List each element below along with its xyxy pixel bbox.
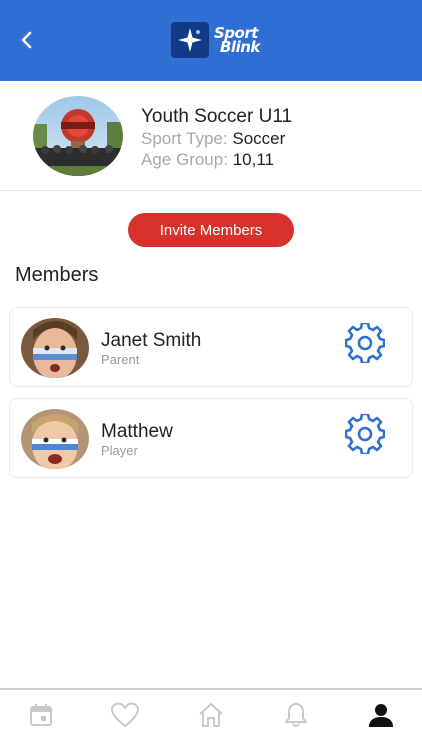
sportblink-logo: Sport Blink	[171, 22, 260, 58]
bottom-tab-bar	[0, 688, 422, 750]
gear-icon[interactable]	[345, 414, 385, 454]
avatar	[21, 409, 89, 469]
members-heading: Members	[15, 264, 99, 286]
invite-members-button[interactable]: Invite Members	[128, 213, 294, 247]
logo-text-line2: Blink	[220, 38, 260, 56]
age-group-row: Age Group: 10,11	[141, 150, 292, 170]
member-role: Parent	[101, 352, 140, 367]
home-icon	[199, 703, 223, 727]
tab-favorites[interactable]	[108, 698, 142, 732]
back-button[interactable]	[12, 25, 42, 55]
member-role: Player	[101, 443, 138, 458]
tab-calendar[interactable]	[24, 698, 58, 732]
member-name: Matthew	[101, 421, 173, 442]
tab-profile[interactable]	[364, 698, 398, 732]
tab-notifications[interactable]	[279, 698, 313, 732]
bell-icon	[285, 703, 307, 727]
app-header: Sport Blink	[0, 0, 422, 81]
member-name: Janet Smith	[101, 330, 202, 351]
team-photo	[33, 96, 123, 176]
member-card-matthew[interactable]: Matthew Player	[9, 398, 413, 478]
heart-icon	[110, 702, 140, 728]
member-card-janet-smith[interactable]: Janet Smith Parent	[9, 307, 413, 387]
tab-home[interactable]	[194, 698, 228, 732]
avatar	[21, 318, 89, 378]
gear-icon[interactable]	[345, 323, 385, 363]
age-group-value: 10,11	[232, 150, 274, 169]
profile-icon	[369, 704, 393, 727]
age-group-label: Age Group:	[141, 150, 228, 169]
sport-type-label: Sport Type:	[141, 129, 228, 148]
team-name: Youth Soccer U11	[141, 106, 293, 127]
calendar-icon	[30, 704, 52, 726]
chevron-left-icon	[21, 31, 32, 49]
team-summary: Youth Soccer U11 Sport Type: Soccer Age …	[0, 81, 422, 191]
sport-type-value: Soccer	[232, 129, 286, 148]
sport-type-row: Sport Type: Soccer	[141, 129, 292, 149]
logo-star-icon	[171, 22, 209, 58]
